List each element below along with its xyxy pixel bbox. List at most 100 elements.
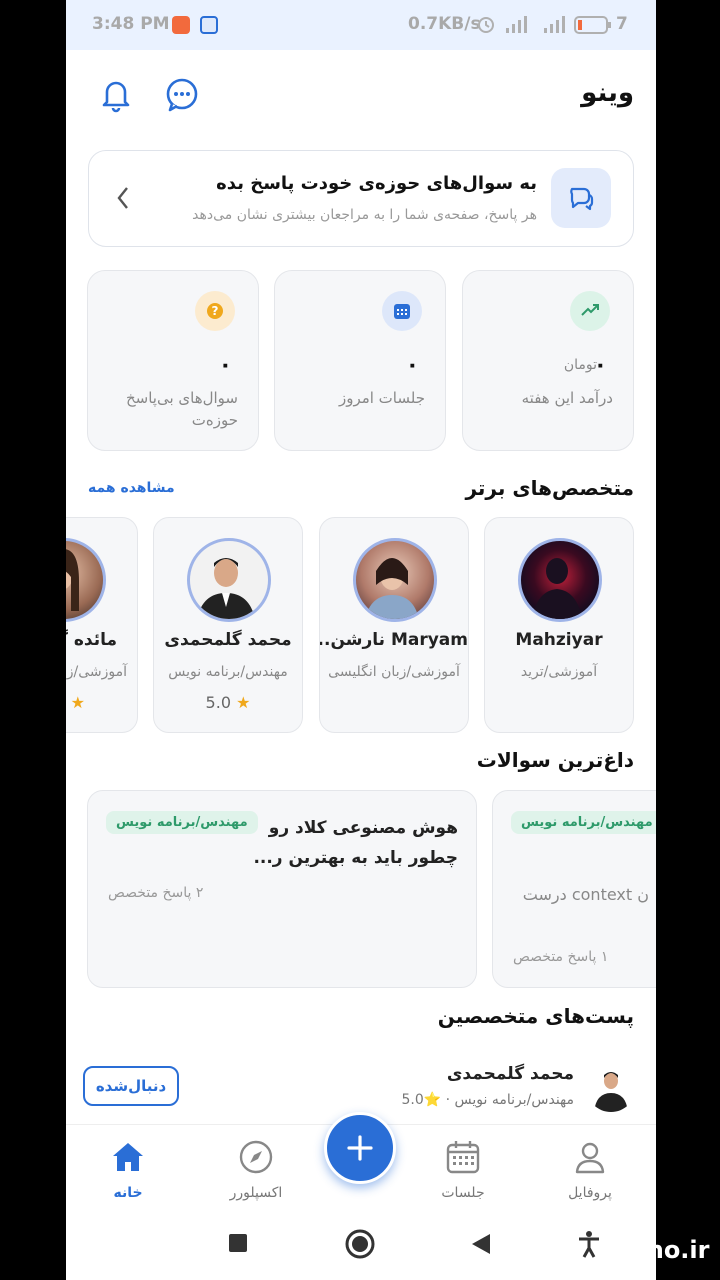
stat-icon-bg [382, 291, 422, 331]
stat-label: جلسات امروز [338, 389, 425, 407]
signal-icon [506, 16, 527, 33]
back-icon[interactable] [470, 1232, 492, 1256]
nav-sessions[interactable]: جلسات [423, 1139, 503, 1201]
avatar [586, 1062, 636, 1112]
star-icon: ★ [236, 693, 251, 712]
trending-up-icon [581, 304, 599, 316]
avatar-figure [531, 558, 583, 619]
star-icon: ★ [70, 693, 85, 712]
bell-icon[interactable] [96, 74, 136, 114]
expert-rating: ★ [66, 693, 137, 712]
status-time: 3:48 PM [92, 14, 170, 34]
nav-label: اکسپلورر [229, 1185, 283, 1201]
banner-icon-box [551, 168, 611, 228]
avatar-figure [66, 549, 79, 611]
answer-count: ۱ پاسخ متخصص [513, 949, 609, 965]
post-author-rating: 5.0 [401, 1092, 424, 1108]
nav-explore[interactable]: اکسپلورر [216, 1139, 296, 1201]
expert-card[interactable]: Mahziyar آموزشی/ترید [484, 517, 634, 733]
alarm-icon [478, 17, 494, 33]
questions-section-title: داغ‌ترین سوالات [476, 748, 634, 772]
stat-label: درآمد این هفته [521, 389, 613, 407]
calendar-icon [394, 304, 410, 319]
stat-icon-bg [570, 291, 610, 331]
video-call-icon [172, 16, 190, 34]
post-author-role: مهندس/برنامه نویس · [441, 1092, 574, 1108]
chat-icon[interactable] [162, 74, 202, 114]
stat-card-income[interactable]: ۰ تومان درآمد این هفته [462, 270, 634, 451]
star-icon: ⭐ [423, 1092, 442, 1108]
answer-count: ۲ پاسخ متخصص [108, 885, 204, 901]
battery-percent: 7 [616, 14, 628, 34]
banner-subtitle: هر پاسخ، صفحه‌ی شما را به مراجعان بیشتری… [192, 207, 537, 223]
category-tag: مهندس/برنامه نویس [106, 811, 258, 834]
expert-card[interactable]: Maryam نارشن... آموزشی/زبان انگلیسی [319, 517, 469, 733]
question-text: هوش مصنوعی کلاد رو چطور باید به بهترین ر… [253, 818, 458, 868]
banner-title: به سوال‌های حوزه‌ی خودت پاسخ بده [216, 173, 537, 194]
expert-role: آموزشی/ترید [520, 664, 598, 680]
battery-icon [574, 16, 611, 34]
nav-home[interactable]: خانه [88, 1139, 168, 1201]
user-icon [575, 1142, 605, 1174]
status-net-speed: 0.7KB/s [408, 14, 481, 34]
expert-name: Mahziyar [515, 630, 603, 650]
expert-rating: 5.0 ★ [154, 693, 302, 712]
expert-role: مهندس/برنامه نویس [168, 664, 288, 680]
rating-value: 5.0 [205, 693, 231, 712]
question-icon: ? [207, 303, 223, 319]
system-navigation-bar [66, 1210, 656, 1280]
see-all-link[interactable]: مشاهده همه [88, 480, 175, 496]
stat-card-unanswered[interactable]: ? ۰ سوال‌های بی‌پاسخ حوزه‌ت [87, 270, 259, 451]
app-logo-text: وینو [581, 78, 634, 108]
experts-section-title: متخصص‌های برتر [465, 476, 634, 500]
home-icon [113, 1143, 143, 1171]
watermark-text: weeno.ir [592, 1236, 710, 1264]
expert-name: Maryam نارشن... [319, 630, 468, 650]
chat-app-icon [200, 16, 218, 34]
expert-name: محمد گلمحمدی [164, 630, 292, 650]
stat-value: ۰ [218, 353, 232, 378]
stat-icon-bg: ? [195, 291, 235, 331]
category-tag: مهندس/برنامه نویس [511, 811, 656, 834]
question-card[interactable]: مهندس/برنامه نویس ن context درست ۱ پاسخ … [492, 790, 656, 988]
app-screen: 3:48 PM 0.7KB/s 7 وینو به سوال‌های حوزه‌… [66, 0, 656, 1280]
nav-label: پروفایل [568, 1185, 612, 1201]
question-card[interactable]: هوش مصنوعی کلاد رو چطور باید به بهترین ر… [87, 790, 477, 988]
avatar [518, 538, 602, 622]
expert-card[interactable]: مائده گ آموزشی/زبان ★ [66, 517, 138, 733]
home-button-icon[interactable] [345, 1229, 375, 1259]
avatar-figure [197, 558, 255, 619]
compass-icon [239, 1140, 273, 1174]
answer-questions-banner[interactable]: به سوال‌های حوزه‌ی خودت پاسخ بده هر پاسخ… [88, 150, 634, 247]
avatar-figure [594, 1072, 628, 1112]
post-author-row[interactable]: محمد گلمحمدی مهندس/برنامه نویس · ⭐5.0 دن… [66, 1050, 656, 1120]
nav-label: جلسات [441, 1185, 485, 1201]
expert-role: آموزشی/زبان [66, 664, 127, 680]
question-text: ن context درست [522, 885, 649, 904]
app-header: وینو [66, 60, 656, 130]
stat-unit: تومان [563, 357, 597, 373]
post-author-name: محمد گلمحمدی [446, 1064, 574, 1084]
nav-profile[interactable]: پروفایل [550, 1139, 630, 1201]
plus-icon [347, 1135, 373, 1161]
follow-button[interactable]: دنبال‌شده [83, 1066, 179, 1106]
avatar [353, 538, 437, 622]
svg-text:?: ? [212, 304, 219, 318]
stat-value: ۰ [405, 353, 419, 378]
post-author-meta: مهندس/برنامه نویس · ⭐5.0 [402, 1092, 575, 1108]
expert-name: مائده گ [66, 630, 117, 650]
stat-card-sessions[interactable]: ۰ جلسات امروز [274, 270, 446, 451]
chevron-left-icon [117, 187, 128, 209]
avatar [187, 538, 271, 622]
recents-icon[interactable] [228, 1233, 248, 1253]
avatar [66, 538, 106, 622]
signal-2-icon [544, 16, 565, 33]
avatar-figure [365, 558, 419, 619]
expert-role: آموزشی/زبان انگلیسی [328, 664, 460, 680]
add-button[interactable] [324, 1112, 396, 1184]
chat-bubbles-icon [570, 187, 594, 211]
posts-section-title: پست‌های متخصصین [437, 1004, 634, 1028]
stat-label: سوال‌های بی‌پاسخ حوزه‌ت [125, 389, 238, 429]
calendar-icon [446, 1141, 480, 1174]
expert-card[interactable]: محمد گلمحمدی مهندس/برنامه نویس 5.0 ★ [153, 517, 303, 733]
